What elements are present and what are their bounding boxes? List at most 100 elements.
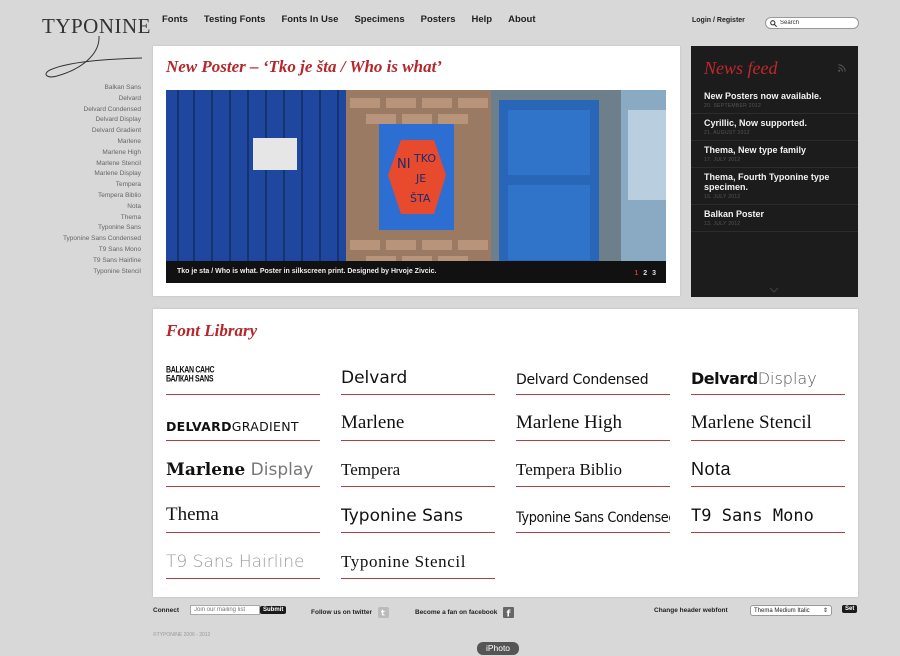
sidebar-item-marlene-stencil[interactable]: Marlene Stencil [40,159,141,170]
font-sample-delvard-gradient: DELVARDGRADIENT [166,419,299,434]
news-list: New Posters now available. 20. SEPTEMBER… [691,91,858,236]
sidebar-item-balkan-sans[interactable]: Balkan Sans [40,83,142,94]
news-feed-title: News feed [704,58,778,78]
sidebar-item-tempera[interactable]: Tempera [40,180,141,191]
font-sample-typonine-sans: Typonine Sans [341,506,463,526]
poster-photo[interactable]: NI TKO JE ŠTA Tko je sta / Who is what. … [166,90,666,283]
main-nav: Fonts Testing Fonts Fonts In Use Specime… [162,14,552,25]
font-library-title: Font Library [166,321,258,340]
sidebar-item-marlene[interactable]: Marlene [40,137,141,148]
font-tile-marlene[interactable]: Marlene [341,395,495,441]
sidebar-item-delvard-display[interactable]: Delvard Display [40,115,141,126]
font-sample-marlene-display: Marlene Display [166,460,313,480]
font-tile-marlene-high[interactable]: Marlene High [516,395,670,441]
font-tile-marlene-stencil[interactable]: Marlene Stencil [691,395,845,441]
font-sample-nota: Nota [691,459,732,479]
sidebar-item-t9-sans-hairline[interactable]: T9 Sans Hairline [40,256,141,267]
font-sample-delvard-display: DelvardDisplay [691,369,817,388]
search-icon [770,19,777,27]
copyright: ©TYPONINE 2006 - 2012 [153,632,211,638]
pager-page-3[interactable]: 3 [652,270,656,277]
sidebar-item-marlene-high[interactable]: Marlene High [40,148,141,159]
font-tile-balkan-sans[interactable]: BALKAN САНС БАЛКАН SANS [166,349,320,395]
delvard-gradient-bold: DELVARD [166,419,232,434]
font-tile-delvard[interactable]: Delvard [341,349,495,395]
font-sample-t9-sans-hairline: T9 Sans Hairline [166,552,305,572]
slideshow-pager: 1 2 3 [631,270,656,277]
news-item-title: Thema, Fourth Typonine type specimen. [704,172,830,192]
font-tile-t9-sans-mono[interactable]: T9 Sans Mono [691,487,845,533]
facebook-icon: f [503,607,515,619]
poster-title[interactable]: New Poster – ‘Tko je šta / Who is what’ [166,57,442,77]
sidebar-item-delvard-gradient[interactable]: Delvard Gradient [40,126,141,137]
font-tile-delvard-gradient[interactable]: DELVARDGRADIENT [166,395,320,441]
mailing-list-input[interactable] [190,605,260,615]
svg-text:t: t [381,609,385,618]
sidebar-item-typonine-stencil[interactable]: Typonine Stencil [40,267,141,278]
pager-page-1[interactable]: 1 [634,270,638,277]
sidebar-item-t9-sans-mono[interactable]: T9 Sans Mono [40,245,141,256]
search-input[interactable] [780,20,850,26]
sidebar-item-thema[interactable]: Thema [40,213,141,224]
font-tile-t9-sans-hairline[interactable]: T9 Sans Hairline [166,533,320,579]
submit-button[interactable]: Submit [260,606,287,614]
font-sample-tempera: Tempera [341,460,401,479]
sidebar-item-delvard[interactable]: Delvard [40,94,141,105]
pager-page-2[interactable]: 2 [643,270,647,277]
nav-posters[interactable]: Posters [421,14,456,25]
nav-help[interactable]: Help [471,14,492,25]
typonine-logo[interactable]: TYPONINE [42,14,151,82]
news-item-date: 21. AUGUST 2012 [704,130,750,136]
news-item[interactable]: Thema, New type family 17. JULY 2012 [691,145,858,168]
svg-text:f: f [507,610,511,619]
font-sample-delvard: Delvard [341,368,408,388]
news-item[interactable]: Balkan Poster 13. JULY 2012 [691,209,858,232]
font-tile-typonine-sans-condensed[interactable]: Typonine Sans Condensed [516,487,670,533]
news-item-date: 17. JULY 2012 [704,157,741,163]
facebook-link[interactable]: Become a fan on facebook f [415,607,515,619]
set-webfont-button[interactable]: Set [842,605,858,613]
rss-icon[interactable] [838,64,846,72]
poster-art-text-1: NI [397,157,411,172]
font-sample-marlene: Marlene [341,412,405,433]
login-register-link[interactable]: Login / Register [692,17,745,24]
nav-about[interactable]: About [508,14,535,25]
delvard-gradient-light: GRADIENT [231,419,299,434]
sidebar-item-marlene-display[interactable]: Marlene Display [40,169,141,180]
twitter-label: Follow us on twitter [311,609,373,617]
sidebar-item-delvard-condensed[interactable]: Delvard Condensed [40,105,141,116]
font-tile-thema[interactable]: Thema [166,487,320,533]
font-tile-nota[interactable]: Nota [691,441,845,487]
search-box [765,17,859,29]
chevron-down-icon[interactable] [769,287,779,293]
font-tile-tempera[interactable]: Tempera [341,441,495,487]
sidebar-item-typonine-sans[interactable]: Typonine Sans [40,223,141,234]
featured-poster-panel: New Poster – ‘Tko je šta / Who is what’ [153,46,680,296]
nav-specimens[interactable]: Specimens [354,14,404,25]
news-item[interactable]: Thema, Fourth Typonine type specimen. 16… [691,172,858,205]
news-feed-panel: News feed New Posters now available. 20.… [691,46,858,297]
font-sample-marlene-stencil: Marlene Stencil [691,412,812,433]
news-item-title: New Posters now available. [704,91,822,101]
sidebar-item-typonine-sans-condensed[interactable]: Typonine Sans Condensed [40,234,141,245]
font-tile-tempera-biblio[interactable]: Tempera Biblio [516,441,670,487]
font-library-panel: Font Library BALKAN САНС БАЛКАН SANS Del… [153,309,858,597]
twitter-link[interactable]: Follow us on twitter t [311,607,389,618]
nav-fonts-in-use[interactable]: Fonts In Use [281,14,338,25]
news-item[interactable]: New Posters now available. 20. SEPTEMBER… [691,91,858,114]
nav-fonts[interactable]: Fonts [162,14,188,25]
font-tile-marlene-display[interactable]: Marlene Display [166,441,320,487]
sidebar-item-tempera-biblio[interactable]: Tempera Biblio [40,191,141,202]
font-tile-delvard-condensed[interactable]: Delvard Condensed [516,349,670,395]
news-item[interactable]: Cyrillic, Now supported. 21. AUGUST 2012 [691,118,858,141]
delvard-display-bold: Delvard [691,369,758,388]
select-arrows-icon: ⇕ [822,608,828,614]
font-tile-typonine-sans[interactable]: Typonine Sans [341,487,495,533]
webfont-select[interactable]: Thema Medium Italic ⇕ [750,605,832,616]
sidebar-item-nota[interactable]: Nota [40,202,141,213]
footer: Connect Submit Follow us on twitter t Be… [153,605,858,619]
poster-caption-bar: Tko je sta / Who is what. Poster in silk… [166,261,666,283]
nav-testing-fonts[interactable]: Testing Fonts [204,14,266,25]
font-tile-delvard-display[interactable]: DelvardDisplay [691,349,845,395]
font-tile-typonine-stencil[interactable]: Typonine Stencil [341,533,495,579]
